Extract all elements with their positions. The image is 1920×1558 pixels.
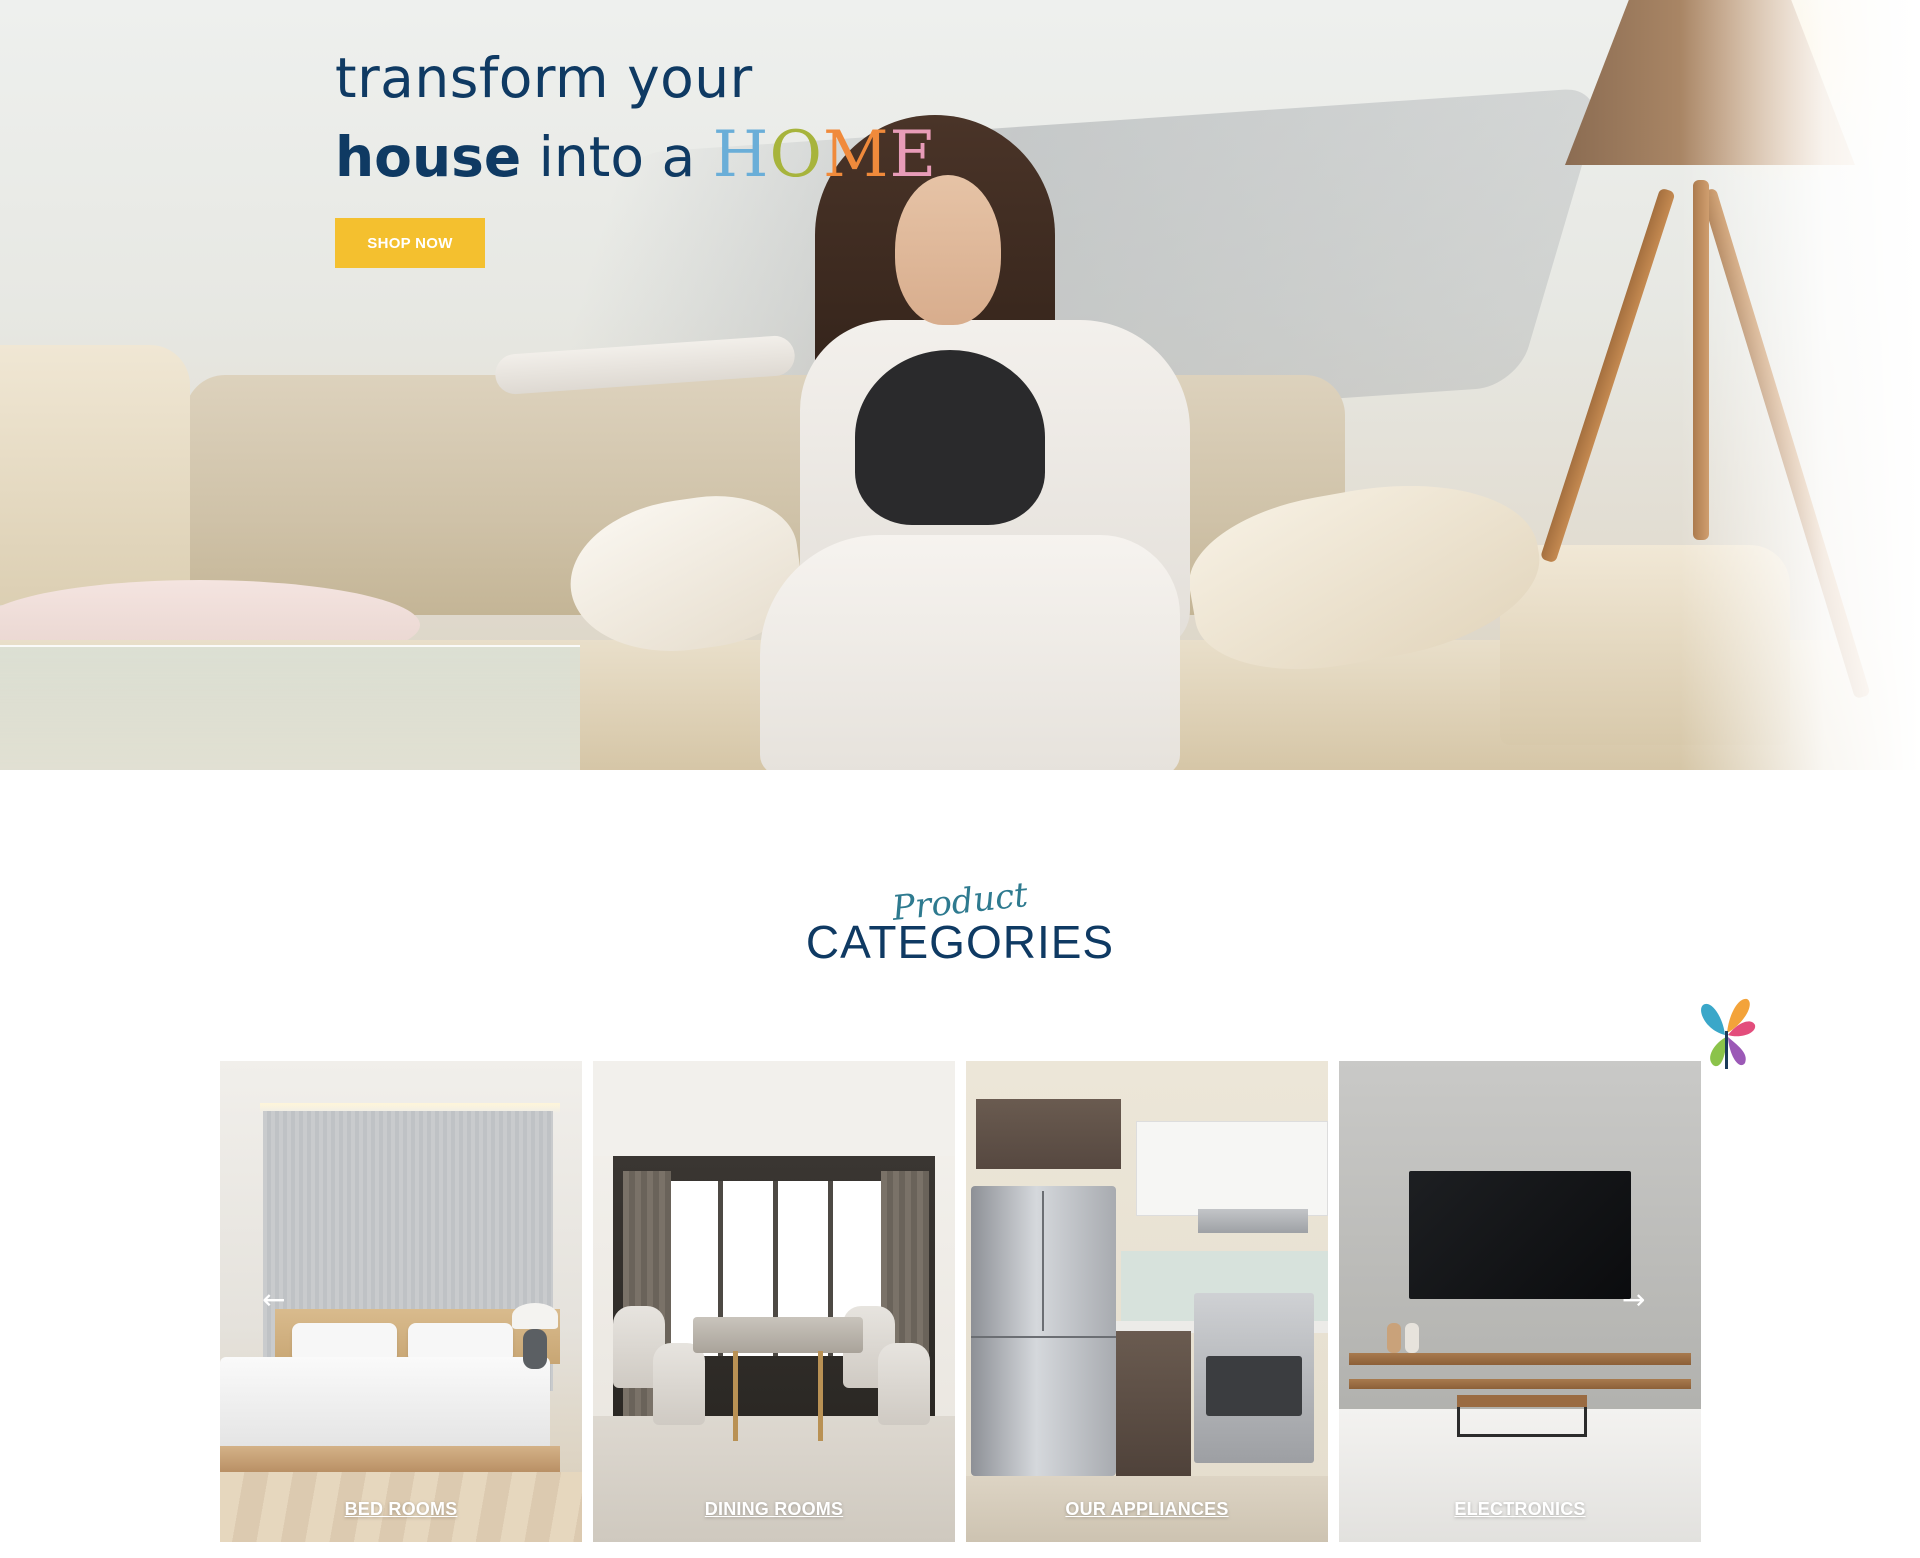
home-letter: E — [889, 118, 938, 192]
dining-table-legs — [733, 1351, 823, 1441]
electronics-coffee-table-frame — [1457, 1407, 1587, 1437]
kitchen-fridge-door-split — [1042, 1191, 1044, 1331]
hero-woman-face — [895, 175, 1001, 325]
category-label[interactable]: BED ROOMS — [220, 1499, 582, 1520]
categories-header: Product CATEGORIES — [0, 875, 1920, 969]
kitchen-upper-cabinet — [976, 1099, 1121, 1169]
hero-woman-top — [855, 350, 1045, 525]
hero-woman-legs — [760, 535, 1180, 770]
hero-sofa-arm-left — [0, 345, 190, 605]
home-letter: O — [769, 118, 823, 192]
home-letter: H — [712, 118, 770, 192]
category-card-our-appliances[interactable]: OUR APPLIANCES — [966, 1061, 1328, 1542]
hero-headline-line2: house into a HOME — [335, 118, 937, 192]
category-label[interactable]: OUR APPLIANCES — [966, 1499, 1328, 1520]
bedroom-lamp-base — [523, 1329, 547, 1369]
hero-window-light — [1680, 0, 1920, 770]
hero-headline: transform your house into a HOME — [335, 46, 937, 192]
kitchen-oven-window — [1206, 1356, 1302, 1416]
electronics-shelf — [1349, 1353, 1691, 1365]
category-carousel: BED ROOMS DINING ROOMS OUR APPLIANCES EL… — [220, 1061, 1701, 1542]
butterfly-icon — [1701, 998, 1756, 1069]
electronics-vase — [1387, 1323, 1401, 1353]
hero-glass-table — [0, 645, 580, 770]
hero-banner: transform your house into a HOME SHOP NO… — [0, 0, 1920, 770]
bedroom-lamp-shade — [512, 1303, 558, 1329]
category-card-dining-rooms[interactable]: DINING ROOMS — [593, 1061, 955, 1542]
bedroom-bed — [220, 1357, 550, 1452]
kitchen-lower-cabinet — [1116, 1331, 1191, 1476]
category-label[interactable]: ELECTRONICS — [1339, 1499, 1701, 1520]
bedroom-bed-frame — [220, 1446, 560, 1472]
kitchen-upper-cabinet — [1136, 1121, 1328, 1216]
carousel-next-arrow-icon[interactable]: → — [1622, 1286, 1662, 1314]
electronics-vase — [1405, 1323, 1419, 1353]
hero-headline-bold-word: house — [335, 125, 522, 189]
category-label[interactable]: DINING ROOMS — [593, 1499, 955, 1520]
kitchen-range-hood — [1198, 1209, 1308, 1233]
categories-heading: CATEGORIES — [805, 916, 1115, 968]
home-letter: M — [822, 118, 890, 192]
hero-home-word: HOME — [713, 118, 938, 192]
electronics-shelf — [1349, 1379, 1691, 1389]
dining-chair — [878, 1343, 930, 1425]
kitchen-fridge-drawer-line — [971, 1336, 1116, 1338]
hero-headline-line1: transform your — [335, 46, 753, 110]
carousel-prev-arrow-icon[interactable]: ← — [262, 1286, 302, 1314]
dining-table — [693, 1317, 863, 1353]
dining-ceiling — [593, 1061, 955, 1156]
hero-lamp-leg — [1539, 187, 1676, 564]
electronics-tv — [1409, 1171, 1631, 1299]
dining-chair — [653, 1343, 705, 1425]
shop-now-button[interactable]: SHOP NOW — [335, 218, 485, 268]
electronics-coffee-table — [1457, 1395, 1587, 1407]
hero-headline-connector: into a — [521, 125, 713, 189]
